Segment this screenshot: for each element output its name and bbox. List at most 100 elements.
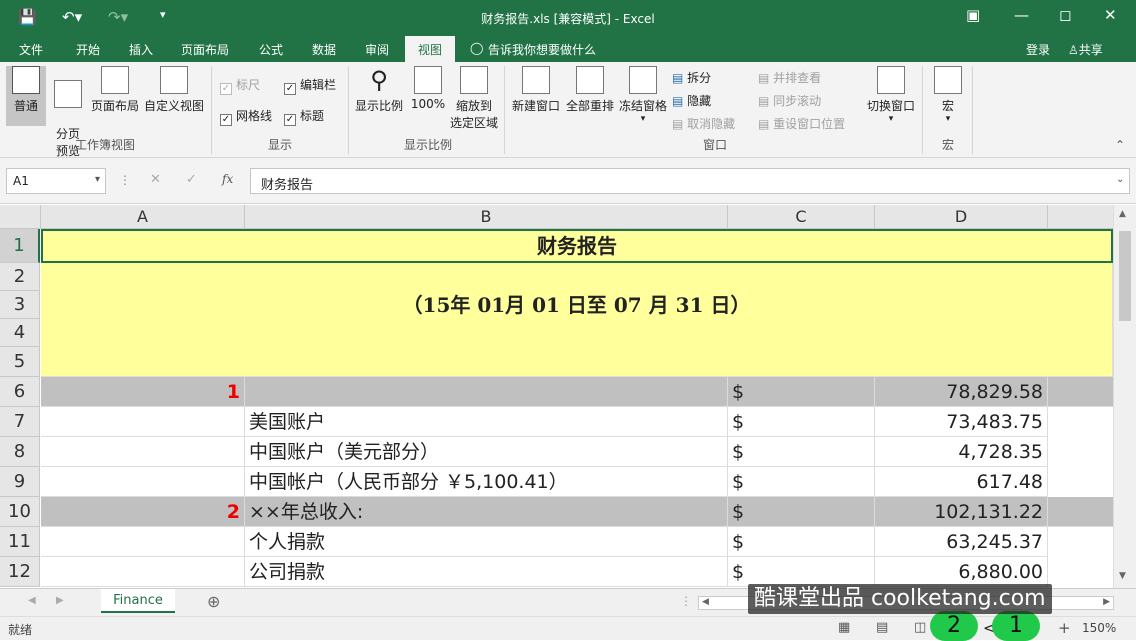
cell[interactable]	[245, 377, 728, 407]
cell[interactable]	[1048, 377, 1113, 407]
scroll-down-icon[interactable]: ▼	[1119, 571, 1126, 581]
currency-cell[interactable]: $	[728, 527, 875, 557]
column-header[interactable]	[1048, 205, 1113, 229]
formula-input[interactable]: 财务报告	[250, 168, 1130, 194]
custom-views-button[interactable]: 自定义视图	[143, 66, 205, 114]
currency-cell[interactable]: $	[728, 407, 875, 437]
donation-label-cell[interactable]: 个人捐款	[245, 527, 728, 557]
currency-cell[interactable]: $	[728, 497, 875, 527]
hide-button[interactable]: ▤ 隐藏	[672, 92, 711, 109]
scroll-thumb[interactable]	[1119, 231, 1131, 321]
macros-button[interactable]: 宏 ▾	[928, 66, 968, 124]
prev-sheet-icon[interactable]: ◀	[28, 595, 36, 606]
zoom-100-button[interactable]: 100%	[410, 66, 446, 111]
page-layout-status-icon[interactable]: ▤	[876, 620, 888, 635]
currency-cell[interactable]: $	[728, 437, 875, 467]
close-icon[interactable]: ✕	[1104, 6, 1117, 24]
currency-cell[interactable]: $	[728, 377, 875, 407]
account-label-cell[interactable]: 中国账户（美元部分）	[245, 437, 728, 467]
gridlines-checkbox[interactable]: ✓ 网格线	[220, 107, 272, 126]
vertical-scrollbar[interactable]: ▲ ▼	[1113, 205, 1136, 588]
login-link[interactable]: 登录	[1026, 41, 1050, 58]
side-by-side-button[interactable]: ▤ 并排查看	[758, 69, 821, 86]
sheet-tab-finance[interactable]: Finance	[101, 589, 175, 613]
restore-ribbon-icon[interactable]: ▣	[966, 6, 980, 24]
tell-me-search[interactable]: 告诉我你想要做什么	[488, 41, 596, 58]
normal-view-status-icon[interactable]: ▦	[838, 620, 850, 635]
minimize-icon[interactable]: —	[1014, 6, 1029, 24]
freeze-panes-button[interactable]: 冻结窗格 ▾	[617, 66, 669, 124]
amount-cell[interactable]: 78,829.58	[875, 377, 1048, 407]
name-box[interactable]: A1 ▾	[6, 168, 106, 194]
row-header[interactable]: 6	[0, 377, 40, 407]
amount-cell[interactable]: 63,245.37	[875, 527, 1048, 557]
amount-cell[interactable]: 617.48	[875, 467, 1048, 497]
switch-windows-button[interactable]: 切换窗口 ▾	[864, 66, 918, 124]
total-label-cell[interactable]: ××年总收入:	[245, 497, 728, 527]
cell[interactable]	[41, 527, 245, 557]
section-number-cell[interactable]: 2	[41, 497, 245, 527]
tab-view[interactable]: 视图	[405, 36, 455, 62]
expand-formula-icon[interactable]: ⌄	[1116, 174, 1124, 185]
new-window-button[interactable]: 新建窗口	[510, 66, 562, 114]
formula-bar-checkbox[interactable]: ✓ 编辑栏	[284, 76, 336, 95]
currency-cell[interactable]: $	[728, 557, 875, 587]
next-sheet-icon[interactable]: ▶	[56, 595, 64, 606]
scroll-right-icon[interactable]: ▶	[1103, 597, 1110, 607]
split-button[interactable]: ▤ 拆分	[672, 69, 711, 86]
row-header[interactable]: 2	[0, 263, 40, 291]
section-number-cell[interactable]: 1	[41, 377, 245, 407]
cell[interactable]	[41, 407, 245, 437]
tab-data[interactable]: 数据	[312, 41, 336, 58]
currency-cell[interactable]: $	[728, 467, 875, 497]
chevron-down-icon[interactable]: ▾	[95, 174, 100, 185]
donation-label-cell[interactable]: 公司捐款	[245, 557, 728, 587]
zoom-level[interactable]: 150%	[1082, 621, 1116, 635]
cell[interactable]	[41, 437, 245, 467]
tab-page-layout[interactable]: 页面布局	[181, 41, 229, 58]
column-header[interactable]: D	[875, 205, 1048, 229]
add-sheet-icon[interactable]: ⊕	[207, 592, 220, 611]
page-layout-view-button[interactable]: 页面布局	[90, 66, 140, 114]
cell[interactable]	[1048, 497, 1113, 527]
tab-insert[interactable]: 插入	[129, 41, 153, 58]
tab-home[interactable]: 开始	[76, 41, 100, 58]
row-header[interactable]: 1	[0, 229, 40, 263]
row-header[interactable]: 3	[0, 291, 40, 319]
share-button[interactable]: ♙共享	[1068, 41, 1103, 58]
reset-position-button[interactable]: ▤ 重设窗口位置	[758, 115, 845, 132]
select-all-corner[interactable]	[0, 205, 41, 229]
column-header[interactable]: C	[728, 205, 875, 229]
zoom-to-selection-button[interactable]: 缩放到 选定区域	[448, 66, 500, 131]
row-header[interactable]: 8	[0, 437, 40, 467]
column-header[interactable]: A	[41, 205, 245, 229]
zoom-in-icon[interactable]: +	[1058, 619, 1071, 637]
collapse-ribbon-icon[interactable]: ⌃	[1115, 138, 1125, 152]
insert-function-icon[interactable]: fx	[222, 172, 233, 186]
scroll-left-icon[interactable]: ◀	[702, 597, 709, 607]
amount-cell[interactable]: 73,483.75	[875, 407, 1048, 437]
amount-cell[interactable]: 6,880.00	[875, 557, 1048, 587]
ruler-checkbox[interactable]: ✓ 标尺	[220, 76, 260, 95]
row-header[interactable]: 7	[0, 407, 40, 437]
cell[interactable]	[41, 467, 245, 497]
tab-review[interactable]: 审阅	[365, 41, 389, 58]
unhide-button[interactable]: ▤ 取消隐藏	[672, 115, 735, 132]
row-header[interactable]: 12	[0, 557, 40, 587]
row-header[interactable]: 9	[0, 467, 40, 497]
headings-checkbox[interactable]: ✓ 标题	[284, 107, 324, 126]
account-label-cell[interactable]: 中国帐户（人民币部分 ￥5,100.41）	[245, 467, 728, 497]
cancel-icon[interactable]: ✕	[150, 172, 161, 187]
amount-cell[interactable]: 4,728.35	[875, 437, 1048, 467]
row-header[interactable]: 4	[0, 319, 40, 347]
cell[interactable]	[41, 557, 245, 587]
row-header[interactable]: 11	[0, 527, 40, 557]
enter-icon[interactable]: ✓	[186, 172, 197, 187]
arrange-all-button[interactable]: 全部重排	[564, 66, 616, 114]
date-range-cell[interactable]: （15年 01月 01 日至 07 月 31 日）	[41, 263, 1113, 377]
scroll-up-icon[interactable]: ▲	[1119, 209, 1126, 219]
row-header[interactable]: 5	[0, 347, 40, 377]
worksheet-grid[interactable]: A B C D 1 2 3 4 5 6 7 8 9 10 11 12 财务报告 …	[0, 205, 1113, 588]
tab-formulas[interactable]: 公式	[259, 41, 283, 58]
zoom-button[interactable]: ⚲ 显示比例	[354, 66, 404, 114]
